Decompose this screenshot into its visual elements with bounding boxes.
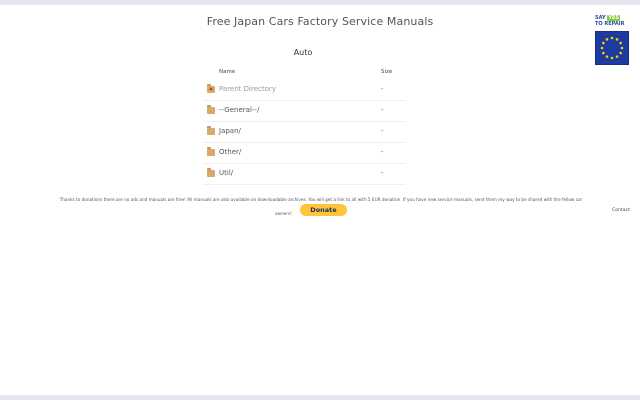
- column-header-size[interactable]: Size: [381, 69, 392, 75]
- eu-star: [605, 55, 609, 58]
- eu-star: [605, 38, 609, 41]
- folder-icon: [207, 147, 215, 156]
- eu-star: [615, 38, 619, 41]
- bottom-bar: [0, 395, 640, 400]
- page-title: Free Japan Cars Factory Service Manuals: [206, 15, 434, 28]
- say-yes-to-repair-badge[interactable]: SAY YES TO REPAIR: [594, 15, 630, 67]
- donation-notice-end: owners!: [275, 211, 292, 216]
- row-name[interactable]: Japan/: [219, 127, 241, 135]
- section-title: Auto: [293, 48, 313, 57]
- contact-link[interactable]: Contact: [612, 208, 630, 213]
- directory-listing: Parent Directory - --General--/ - Japan/…: [203, 80, 406, 185]
- folder-icon: [207, 105, 215, 114]
- badge-to-repair: TO REPAIR: [595, 21, 625, 27]
- folder-icon: [207, 168, 215, 177]
- table-row-util[interactable]: Util/ -: [203, 164, 406, 185]
- eu-star: [620, 46, 624, 50]
- donate-button[interactable]: Donate: [300, 204, 347, 216]
- folder-up-icon: [207, 84, 215, 93]
- row-name[interactable]: Other/: [219, 148, 241, 156]
- table-row-parent-directory[interactable]: Parent Directory -: [203, 80, 406, 101]
- table-row-general[interactable]: --General--/ -: [203, 101, 406, 122]
- table-row-other[interactable]: Other/ -: [203, 143, 406, 164]
- table-row-japan[interactable]: Japan/ -: [203, 122, 406, 143]
- row-size: -: [381, 127, 384, 135]
- row-size: -: [381, 169, 384, 177]
- eu-star: [610, 56, 614, 60]
- row-size: -: [381, 85, 384, 93]
- row-name[interactable]: --General--/: [219, 106, 259, 114]
- eu-star: [619, 51, 622, 55]
- row-size: -: [381, 148, 384, 156]
- eu-star: [602, 41, 605, 45]
- column-header-name[interactable]: Name: [219, 69, 235, 75]
- row-name[interactable]: Parent Directory: [219, 85, 276, 93]
- badge-text: SAY YES TO REPAIR: [595, 15, 629, 30]
- eu-star: [615, 55, 619, 58]
- row-name[interactable]: Util/: [219, 169, 233, 177]
- top-bar: [0, 0, 640, 5]
- eu-star: [619, 41, 622, 45]
- folder-icon: [207, 126, 215, 135]
- eu-star: [610, 36, 614, 40]
- row-size: -: [381, 106, 384, 114]
